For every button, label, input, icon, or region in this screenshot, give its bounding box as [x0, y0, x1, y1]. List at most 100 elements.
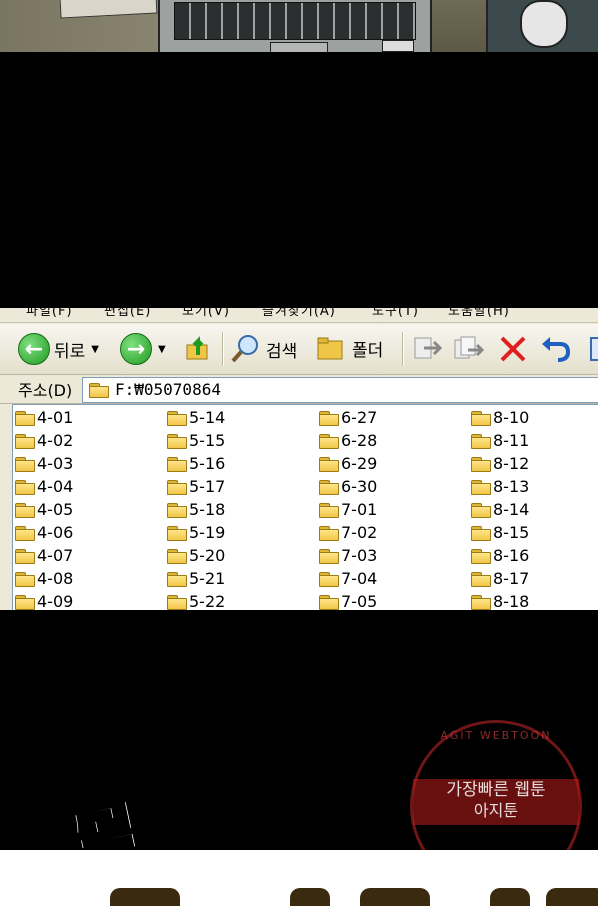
- menu-file[interactable]: 파일(F): [26, 308, 73, 319]
- mouse: [520, 0, 568, 48]
- folder-icon: [15, 502, 35, 518]
- folder-name: 6-28: [341, 431, 378, 450]
- panel-shape: [546, 888, 598, 906]
- views-button[interactable]: [590, 334, 598, 364]
- menu-favorites[interactable]: 즐겨찾기(A): [262, 308, 336, 319]
- folder-name: 8-14: [493, 500, 530, 519]
- back-button[interactable]: ← 뒤로 ▼: [18, 333, 99, 365]
- folder-item[interactable]: 6-30: [319, 475, 469, 498]
- folder-name: 4-04: [37, 477, 74, 496]
- up-folder-button[interactable]: [184, 333, 214, 363]
- folder-item[interactable]: 5-22: [167, 590, 317, 610]
- watermark-band: 가장빠른 웹툰 아지툰: [413, 779, 579, 825]
- folder-item[interactable]: 5-14: [167, 406, 317, 429]
- folder-icon: [15, 525, 35, 541]
- folder-item[interactable]: 8-17: [471, 567, 598, 590]
- folder-item[interactable]: 8-11: [471, 429, 598, 452]
- toolbar-separator: [222, 332, 224, 366]
- folder-item[interactable]: 4-08: [15, 567, 165, 590]
- folder-item[interactable]: 4-06: [15, 521, 165, 544]
- folder-name: 4-02: [37, 431, 74, 450]
- folder-item[interactable]: 4-09: [15, 590, 165, 610]
- file-column: 6-27 6-28 6-29 6-30 7-01 7-02 7-03 7-04 …: [319, 406, 469, 610]
- folder-item[interactable]: 5-16: [167, 452, 317, 475]
- folder-item[interactable]: 8-13: [471, 475, 598, 498]
- folder-icon: [471, 548, 491, 564]
- folder-name: 5-21: [189, 569, 226, 588]
- address-input[interactable]: F:₩05070864: [82, 377, 598, 403]
- folder-item[interactable]: 4-07: [15, 544, 165, 567]
- search-icon: [231, 335, 258, 363]
- move-to-button[interactable]: [412, 334, 444, 364]
- folder-icon: [319, 548, 339, 564]
- laptop-buttons: [382, 40, 414, 52]
- menu-bar: 파일(F) 편집(E) 보기(V) 즐겨찾기(A) 도구(T) 도움말(H): [0, 308, 598, 323]
- forward-button[interactable]: → ▼: [120, 333, 166, 365]
- folder-item[interactable]: 8-18: [471, 590, 598, 610]
- folder-item[interactable]: 5-15: [167, 429, 317, 452]
- folder-item[interactable]: 5-18: [167, 498, 317, 521]
- folder-icon: [167, 548, 187, 564]
- folder-icon: [167, 456, 187, 472]
- folder-item[interactable]: 7-02: [319, 521, 469, 544]
- folders-button[interactable]: 폴더: [316, 333, 383, 363]
- chevron-down-icon[interactable]: ▼: [158, 344, 166, 355]
- file-column: 8-10 8-11 8-12 8-13 8-14 8-15 8-16 8-17 …: [471, 406, 598, 610]
- folder-name: 8-10: [493, 408, 530, 427]
- folder-item[interactable]: 7-03: [319, 544, 469, 567]
- comic-panel-bottom: [0, 850, 598, 906]
- copy-to-button[interactable]: [452, 334, 486, 364]
- folder-item[interactable]: 4-04: [15, 475, 165, 498]
- folder-item[interactable]: 5-17: [167, 475, 317, 498]
- folder-item[interactable]: 7-05: [319, 590, 469, 610]
- folder-item[interactable]: 5-21: [167, 567, 317, 590]
- folder-item[interactable]: 4-05: [15, 498, 165, 521]
- folder-item[interactable]: 6-27: [319, 406, 469, 429]
- folder-name: 5-16: [189, 454, 226, 473]
- folder-item[interactable]: 6-28: [319, 429, 469, 452]
- folder-icon: [319, 525, 339, 541]
- chevron-down-icon[interactable]: ▼: [91, 344, 99, 355]
- folder-item[interactable]: 5-19: [167, 521, 317, 544]
- folder-icon: [15, 456, 35, 472]
- search-button[interactable]: 검색: [230, 333, 297, 365]
- folder-item[interactable]: 5-20: [167, 544, 317, 567]
- folder-name: 8-16: [493, 546, 530, 565]
- folder-name: 8-18: [493, 592, 530, 610]
- folder-item[interactable]: 8-15: [471, 521, 598, 544]
- folder-icon: [471, 525, 491, 541]
- folder-item[interactable]: 4-02: [15, 429, 165, 452]
- address-value: F:₩05070864: [115, 380, 221, 399]
- menu-view[interactable]: 보기(V): [182, 308, 230, 319]
- folder-name: 5-20: [189, 546, 226, 565]
- folder-item[interactable]: 7-04: [319, 567, 469, 590]
- folder-name: 7-05: [341, 592, 378, 610]
- folder-icon: [471, 502, 491, 518]
- menu-help[interactable]: 도움말(H): [448, 308, 510, 319]
- folder-name: 7-02: [341, 523, 378, 542]
- file-column: 5-14 5-15 5-16 5-17 5-18 5-19 5-20 5-21 …: [167, 406, 317, 610]
- toolbar: ← 뒤로 ▼ → ▼ 검색 폴더: [0, 324, 598, 375]
- folder-item[interactable]: 8-16: [471, 544, 598, 567]
- file-column: 4-01 4-02 4-03 4-04 4-05 4-06 4-07 4-08 …: [15, 406, 165, 610]
- folder-item[interactable]: 6-29: [319, 452, 469, 475]
- folder-icon: [167, 502, 187, 518]
- folder-item[interactable]: 4-01: [15, 406, 165, 429]
- undo-button[interactable]: [540, 334, 572, 364]
- folder-name: 4-07: [37, 546, 74, 565]
- delete-button[interactable]: [498, 334, 530, 364]
- panel-shape: [360, 888, 430, 906]
- folder-icon: [167, 594, 187, 610]
- menu-edit[interactable]: 편집(E): [104, 308, 151, 319]
- folder-item[interactable]: 8-14: [471, 498, 598, 521]
- folder-item[interactable]: 7-01: [319, 498, 469, 521]
- folder-icon: [167, 571, 187, 587]
- address-bar: 주소(D) F:₩05070864: [0, 375, 598, 404]
- laptop: [158, 0, 432, 52]
- folder-icon: [167, 479, 187, 495]
- folder-name: 4-03: [37, 454, 74, 473]
- folder-item[interactable]: 4-03: [15, 452, 165, 475]
- menu-tools[interactable]: 도구(T): [372, 308, 419, 319]
- folder-item[interactable]: 8-10: [471, 406, 598, 429]
- folder-item[interactable]: 8-12: [471, 452, 598, 475]
